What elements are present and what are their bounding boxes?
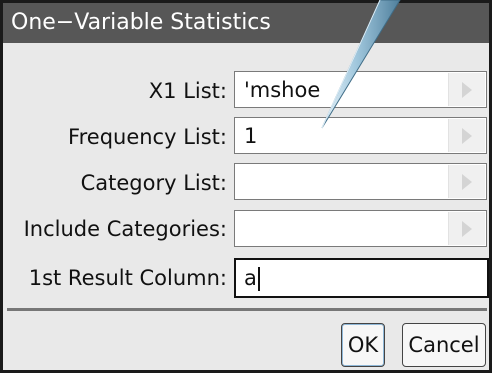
ok-button[interactable]: OK <box>341 323 385 367</box>
one-variable-statistics-dialog: One−Variable Statistics X1 List: 'mshoe … <box>0 0 492 373</box>
x1-list-value: 'mshoe <box>244 78 321 102</box>
cancel-button[interactable]: Cancel <box>402 323 486 367</box>
x1-list-arrow-icon[interactable] <box>448 73 485 106</box>
category-list-dropdown[interactable] <box>234 163 487 200</box>
frequency-list-dropdown[interactable]: 1 <box>234 117 487 154</box>
frequency-list-value: 1 <box>244 124 258 148</box>
frequency-list-label: Frequency List: <box>68 125 227 149</box>
x1-list-dropdown[interactable]: 'mshoe <box>234 71 487 108</box>
category-list-arrow-icon[interactable] <box>448 165 485 198</box>
text-caret <box>258 267 260 291</box>
separator <box>7 308 487 311</box>
include-categories-label: Include Categories: <box>23 217 227 241</box>
category-list-label: Category List: <box>80 171 227 195</box>
include-categories-dropdown[interactable] <box>234 210 487 247</box>
dialog-title: One−Variable Statistics <box>3 3 489 43</box>
include-categories-arrow-icon[interactable] <box>448 212 485 245</box>
first-result-column-input[interactable]: a <box>234 258 489 298</box>
first-result-column-label: 1st Result Column: <box>28 266 227 290</box>
x1-list-label: X1 List: <box>148 79 227 103</box>
first-result-column-value: a <box>244 266 257 290</box>
frequency-list-arrow-icon[interactable] <box>448 119 485 152</box>
